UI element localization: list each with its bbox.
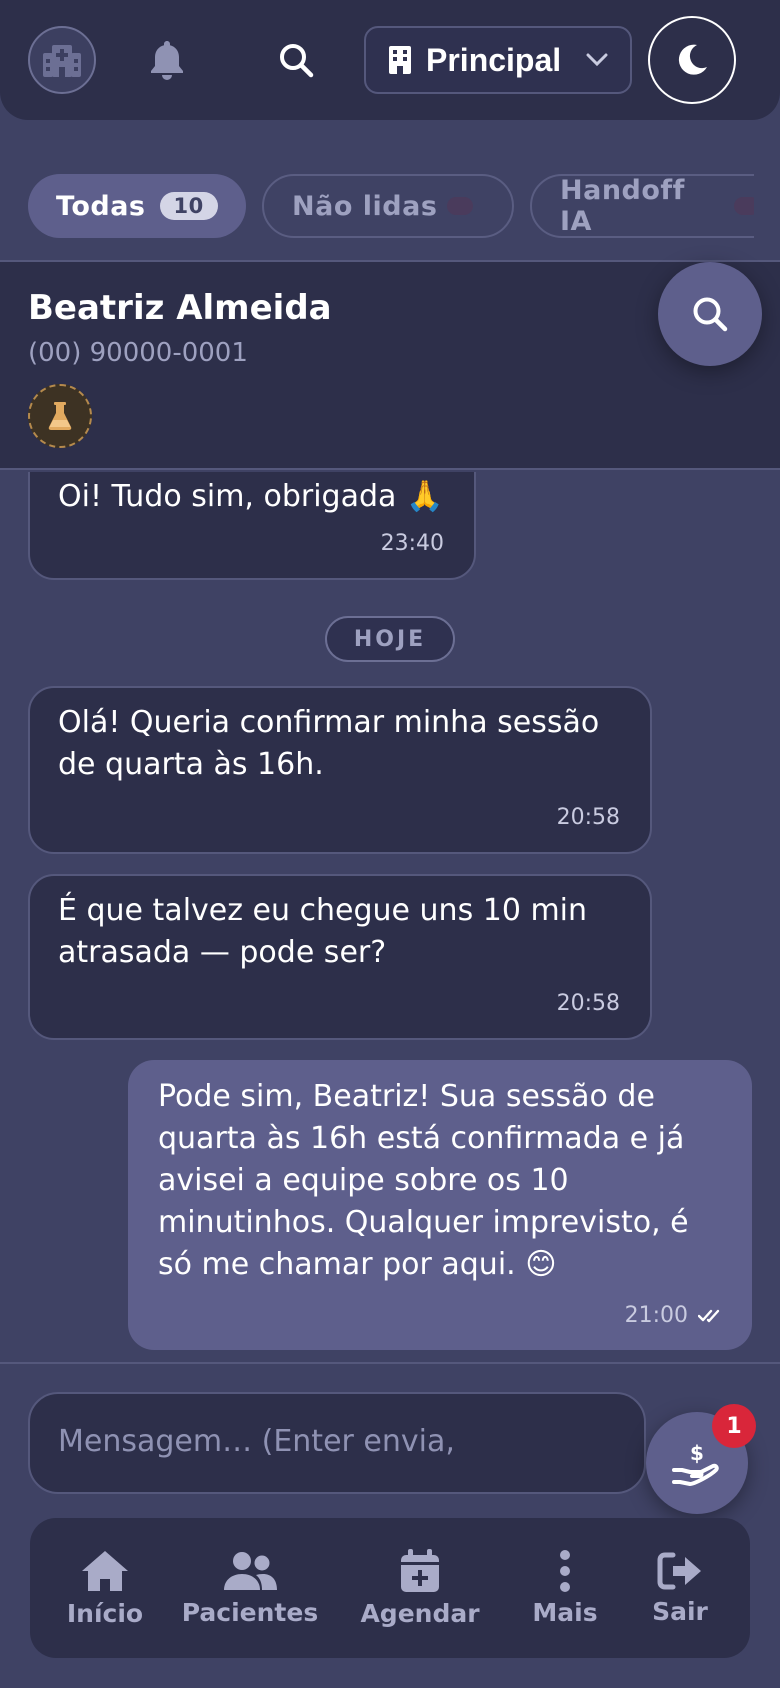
message-text: Pode sim, Beatriz! Sua sessão de quarta … [158,1079,689,1282]
conversation-filters: Todas 10 Não lidas Handoff IA [0,174,754,238]
nav-item-schedule[interactable]: Agendar [350,1518,490,1658]
contact-phone: (00) 90000-0001 [28,338,248,368]
message-bubble-incoming: Oi! Tudo sim, obrigada 🙏 23:40 [28,472,476,580]
theme-toggle-button[interactable] [648,16,736,104]
filter-chip-label: Não lidas [292,190,438,222]
nav-item-label: Mais [532,1597,598,1627]
search-icon [693,297,728,332]
nav-item-logout[interactable]: Sair [630,1518,730,1658]
flask-icon [48,402,72,430]
unit-select-value: Principal [426,41,562,78]
nav-item-label: Sair [652,1596,708,1626]
svg-text:$: $ [690,1441,704,1465]
nav-item-patients[interactable]: Pacientes [180,1518,320,1658]
contact-name: Beatriz Almeida [28,288,332,328]
home-icon [82,1550,128,1591]
day-separator: HOJE [325,616,455,662]
clinic-logo[interactable] [28,26,96,94]
nav-item-label: Início [66,1598,144,1628]
contact-tag[interactable] [28,384,92,448]
filter-chip-unread[interactable]: Não lidas [262,174,514,238]
message-time: 20:58 [556,991,620,1016]
building-icon [389,46,411,74]
search-icon [280,44,314,78]
message-input-placeholder: Mensagem… (Enter envia, Shift+Enter queb… [58,1424,455,1470]
global-search-button[interactable] [272,36,320,84]
nav-item-more[interactable]: Mais [520,1518,610,1658]
calendar-plus-icon [401,1548,439,1592]
payment-badge: 1 [712,1404,756,1448]
message-search-button[interactable] [658,262,762,366]
hand-dollar-icon: $ [672,1441,719,1486]
message-text: Oi! Tudo sim, obrigada 🙏 [58,479,444,514]
message-bubble-incoming: É que talvez eu chegue uns 10 min atrasa… [28,874,652,1040]
message-list[interactable]: Oi! Tudo sim, obrigada 🙏 23:40 HOJE Olá!… [0,472,780,1360]
dots-vertical-icon [560,1549,570,1592]
filter-chip-all[interactable]: Todas 10 [28,174,246,238]
message-bubble-outgoing: Pode sim, Beatriz! Sua sessão de quarta … [128,1060,752,1350]
message-text: É que talvez eu chegue uns 10 min atrasa… [58,893,588,970]
nav-item-label: Pacientes [181,1597,319,1627]
filter-chip-label: Todas [56,190,146,222]
message-time: 23:40 [380,531,444,556]
notifications-button[interactable] [143,36,191,84]
double-check-icon [698,1309,720,1322]
nav-item-label: Agendar [360,1598,480,1628]
bell-icon [151,41,183,80]
bottom-nav: Início Pacientes Agendar Mais Sair [30,1518,750,1658]
message-bubble-incoming: Olá! Queria confirmar minha sessão de qu… [28,686,652,854]
message-time: 21:00 [624,1303,688,1328]
filter-chip-handoff[interactable]: Handoff IA [530,174,754,238]
filter-chip-label: Handoff IA [560,175,685,237]
message-input[interactable]: Mensagem… (Enter envia, Shift+Enter queb… [28,1392,646,1494]
users-icon [224,1551,277,1590]
moon-icon [678,44,707,75]
message-time: 20:58 [556,805,620,830]
composer-divider [0,1362,780,1364]
nav-item-home[interactable]: Início [50,1518,160,1658]
message-text: Olá! Queria confirmar minha sessão de qu… [58,705,600,782]
unit-select[interactable]: Principal [364,26,632,94]
filter-count-badge: 10 [159,192,218,220]
chevron-down-icon [586,53,608,67]
message-meta: 21:00 [625,1303,722,1328]
filter-count-badge [734,197,754,215]
filter-count-badge [447,197,474,215]
top-bar: Principal [0,0,780,120]
hospital-icon [43,45,81,77]
logout-icon [657,1552,701,1589]
